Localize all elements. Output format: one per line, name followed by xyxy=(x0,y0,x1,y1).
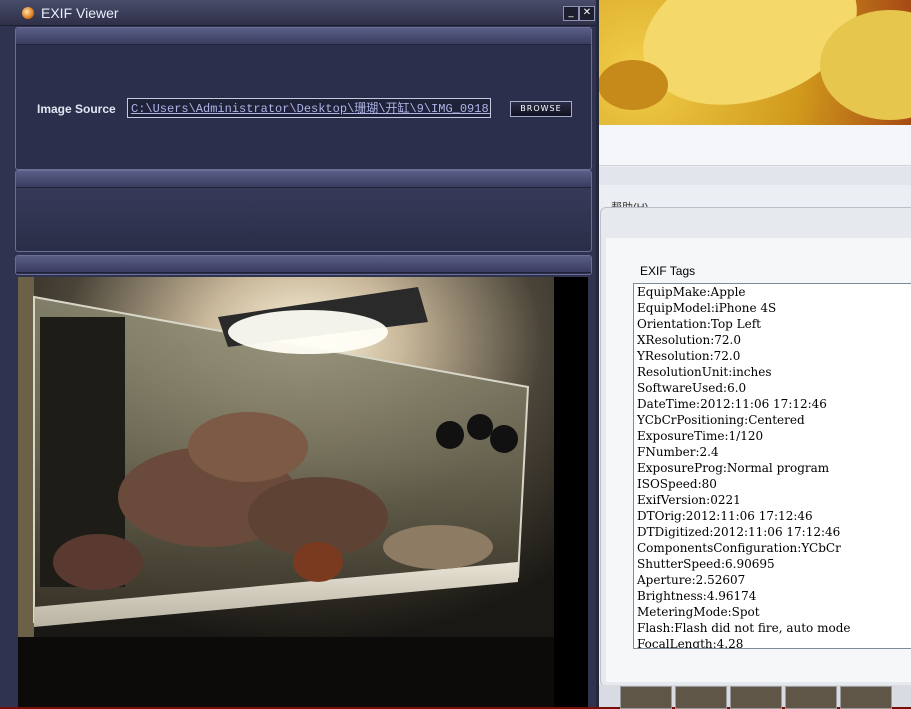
list-item[interactable]: DTOrig:2012:11:06 17:12:46 xyxy=(634,508,911,524)
list-item[interactable]: FNumber:2.4 xyxy=(634,444,911,460)
browse-button[interactable]: BROWSE xyxy=(510,101,572,117)
aquarium-photo xyxy=(18,277,588,707)
app-icon xyxy=(22,7,34,19)
panel-header xyxy=(16,171,591,188)
list-item[interactable]: EquipMake:Apple xyxy=(634,284,911,300)
thumbnail[interactable] xyxy=(730,686,782,709)
list-item[interactable]: ExposureProg:Normal program xyxy=(634,460,911,476)
led-glow xyxy=(228,310,388,354)
image-preview xyxy=(18,277,588,707)
image-source-label: Image Source xyxy=(37,102,116,116)
list-item[interactable]: YCbCrPositioning:Centered xyxy=(634,412,911,428)
thumbnail[interactable] xyxy=(675,686,727,709)
thumbnail[interactable] xyxy=(840,686,892,709)
list-item[interactable]: EquipModel:iPhone 4S xyxy=(634,300,911,316)
exif-viewer-window: EXIF Viewer _ ✕ Image Source C:\Users\Ad… xyxy=(0,0,599,707)
list-item[interactable]: Flash:Flash did not fire, auto mode xyxy=(634,620,911,636)
exif-tags-list[interactable]: EquipMake:Apple EquipModel:iPhone 4S Ori… xyxy=(633,283,911,649)
image-panel-header xyxy=(15,255,592,275)
list-item[interactable]: FocalLength:4.28 xyxy=(634,636,911,648)
list-item[interactable]: ShutterSpeed:6.90695 xyxy=(634,556,911,572)
thumbnail[interactable] xyxy=(620,686,672,709)
info-panel xyxy=(15,170,592,252)
list-item[interactable]: Brightness:4.96174 xyxy=(634,588,911,604)
list-item[interactable]: ComponentsConfiguration:YCbCr xyxy=(634,540,911,556)
background-window-menubar xyxy=(596,167,911,185)
list-item[interactable]: ResolutionUnit:inches xyxy=(634,364,911,380)
list-item[interactable]: DateTime:2012:11:06 17:12:46 xyxy=(634,396,911,412)
panel-header xyxy=(16,28,591,45)
list-item[interactable]: YResolution:72.0 xyxy=(634,348,911,364)
background-window-toolbar xyxy=(596,125,911,166)
list-item[interactable]: Aperture:2.52607 xyxy=(634,572,911,588)
title-bar[interactable]: EXIF Viewer _ ✕ xyxy=(0,0,596,26)
list-item[interactable]: Orientation:Top Left xyxy=(634,316,911,332)
panel-header xyxy=(16,256,591,273)
image-source-field[interactable]: C:\Users\Administrator\Desktop\珊瑚\开缸\9\I… xyxy=(127,98,491,118)
thumbnail[interactable] xyxy=(785,686,837,709)
list-item[interactable]: SoftwareUsed:6.0 xyxy=(634,380,911,396)
minimize-button[interactable]: _ xyxy=(563,6,579,21)
exif-tags-label: EXIF Tags xyxy=(640,264,696,278)
list-item[interactable]: MeteringMode:Spot xyxy=(634,604,911,620)
list-item[interactable]: ExposureTime:1/120 xyxy=(634,428,911,444)
wallpaper-leaf xyxy=(598,60,668,110)
right-border xyxy=(554,277,588,707)
list-item[interactable]: DTDigitized:2012:11:06 17:12:46 xyxy=(634,524,911,540)
list-item[interactable]: ISOSpeed:80 xyxy=(634,476,911,492)
close-button[interactable]: ✕ xyxy=(579,6,595,21)
stand xyxy=(18,637,554,707)
list-item[interactable]: XResolution:72.0 xyxy=(634,332,911,348)
list-item[interactable]: ExifVersion:0221 xyxy=(634,492,911,508)
window-title: EXIF Viewer xyxy=(41,5,119,21)
